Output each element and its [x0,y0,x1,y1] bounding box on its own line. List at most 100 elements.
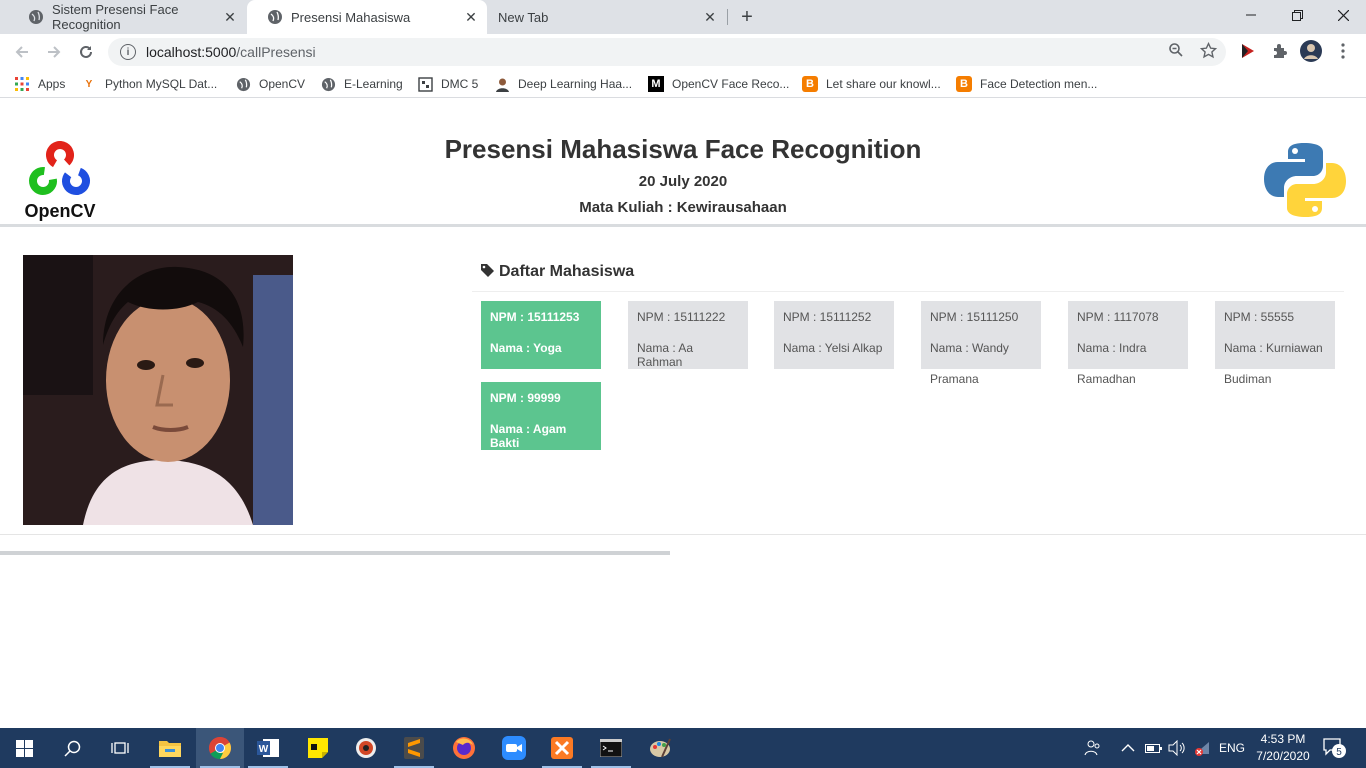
file-explorer-button[interactable] [146,728,194,768]
bookmark-opencv-face[interactable]: M OpenCV Face Reco... [648,75,789,93]
student-card-absent: NPM : 15111252 Nama : Yelsi Alkap [774,301,894,369]
svg-text:W: W [259,744,269,755]
bookmark-label: OpenCV [259,77,306,91]
info-icon[interactable]: i [120,44,136,60]
blogger-icon: B [802,76,818,92]
bookmark-e-learning[interactable]: E-Learning [320,75,403,93]
chrome-menu-icon[interactable] [1332,40,1354,62]
bookmark-star-icon[interactable] [1198,40,1218,60]
student-npm: NPM : 55555 [1224,310,1295,324]
xampp-button[interactable] [538,728,586,768]
bookmark-deep-learning[interactable]: Deep Learning Haa... [494,75,632,93]
address-bar[interactable]: i localhost:5000/callPresensi [108,38,1226,66]
extensions-puzzle-icon[interactable] [1269,40,1291,62]
tab-separator [727,9,728,25]
student-name: Nama : Yoga [490,341,562,355]
close-window-button[interactable] [1320,0,1366,30]
address-url: localhost:5000/callPresensi [146,44,316,60]
horizontal-scrollbar[interactable] [0,551,670,555]
back-button[interactable] [10,40,34,64]
divider [0,534,1366,535]
zoom-icon[interactable] [1166,40,1186,60]
task-view-button[interactable] [96,728,144,768]
volume-icon[interactable] [1168,728,1186,768]
chevron-up-icon[interactable] [1121,728,1135,768]
student-card-absent: NPM : 55555 Nama : Kurniawan [1215,301,1335,369]
tab-label: New Tab [498,9,549,25]
student-card-absent: NPM : 15111222 Nama : Aa Rahman [628,301,748,369]
chrome-taskbar-button[interactable] [196,728,244,768]
tab-new-tab[interactable]: New Tab ✕ [478,0,726,34]
globe-icon [235,76,251,92]
student-npm: NPM : 1117078 [1077,310,1159,324]
close-tab-icon[interactable]: ✕ [463,9,479,25]
close-tab-icon[interactable]: ✕ [702,9,718,25]
forward-button[interactable] [42,40,66,64]
student-name-continued: Ramadhan [1077,372,1136,386]
new-tab-button[interactable]: + [737,7,757,27]
globe-icon [267,9,283,25]
apps-grid-icon [14,76,30,92]
clock-date: 7/20/2020 [1256,749,1310,763]
student-npm: NPM : 15111253 [490,310,580,324]
network-icon[interactable] [1193,728,1211,768]
sublime-text-button[interactable] [390,728,438,768]
student-name-continued: Budiman [1224,372,1272,386]
clock-time: 4:53 PM [1260,732,1306,746]
bookmark-label: Python MySQL Dat... [105,77,218,91]
bookmark-label: Apps [38,77,66,91]
python-logo [1262,141,1346,219]
extension-icon[interactable] [1237,40,1259,62]
people-icon[interactable] [1084,728,1102,768]
system-clock[interactable]: 4:53 PM 7/20/2020 [1248,731,1318,765]
globe-icon [28,9,44,25]
bookmark-opencv[interactable]: OpenCV [235,75,305,93]
profile-avatar[interactable] [1300,40,1322,62]
bookmark-let-share[interactable]: B Let share our knowl... [802,75,941,93]
student-card-present: NPM : 99999 Nama : Agam Bakti [481,382,601,450]
search-button[interactable] [48,728,96,768]
tab-presensi-mahasiswa[interactable]: Presensi Mahasiswa ✕ [247,0,487,34]
page-header: OpenCV Presensi Mahasiswa Face Recogniti… [0,103,1366,227]
battery-icon[interactable] [1145,728,1163,768]
zoom-button[interactable] [490,728,538,768]
student-name: Nama : Kurniawan [1224,341,1323,355]
notification-count: 5 [1336,747,1342,758]
divider [472,291,1344,292]
firefox-button[interactable] [440,728,488,768]
tag-icon [481,264,494,280]
bookmark-label: E-Learning [344,77,403,91]
restore-button[interactable] [1274,0,1320,30]
bookmark-dmc5[interactable]: DMC 5 [417,75,478,93]
bookmark-label: Deep Learning Haa... [518,77,633,91]
bookmark-label: Face Detection men... [980,77,1098,91]
reload-button[interactable] [74,40,98,64]
command-prompt-button[interactable] [587,728,635,768]
tab-label: Presensi Mahasiswa [291,9,411,25]
action-center-button[interactable]: 5 [1322,728,1348,768]
tab-sistem-presensi[interactable]: Sistem Presensi Face Recognition ✕ [8,0,246,34]
student-card-absent: NPM : 1117078 Nama : Indra [1068,301,1188,369]
globe-icon [320,76,336,92]
python-mysql-icon: Y [85,78,93,90]
media-player-button[interactable] [342,728,390,768]
browser-tab-strip: Sistem Presensi Face Recognition ✕ Prese… [0,0,1366,34]
minimize-button[interactable] [1228,0,1274,30]
input-language[interactable]: ENG [1219,728,1245,768]
student-name: Nama : Agam Bakti [490,422,567,450]
bookmarks-bar: Apps Y Python MySQL Dat... OpenCV E-Lear… [0,70,1366,98]
bookmark-apps[interactable]: Apps [14,75,65,93]
bookmark-label: Let share our knowl... [826,77,941,91]
bookmark-python-mysql[interactable]: Y Python MySQL Dat... [81,75,218,93]
student-list-heading: Daftar Mahasiswa [481,263,634,281]
windows-taskbar: W ENG 4:53 PM 7/20/2020 5 [0,728,1366,768]
sticky-notes-button[interactable] [294,728,342,768]
start-button[interactable] [0,728,48,768]
paint-button[interactable] [636,728,684,768]
bookmark-face-detection[interactable]: B Face Detection men... [956,75,1097,93]
close-tab-icon[interactable]: ✕ [222,9,238,25]
word-taskbar-button[interactable]: W [244,728,292,768]
tab-label: Sistem Presensi Face Recognition [52,2,179,32]
student-name: Nama : Indra [1077,341,1147,355]
student-npm: NPM : 15111250 [930,310,1019,324]
